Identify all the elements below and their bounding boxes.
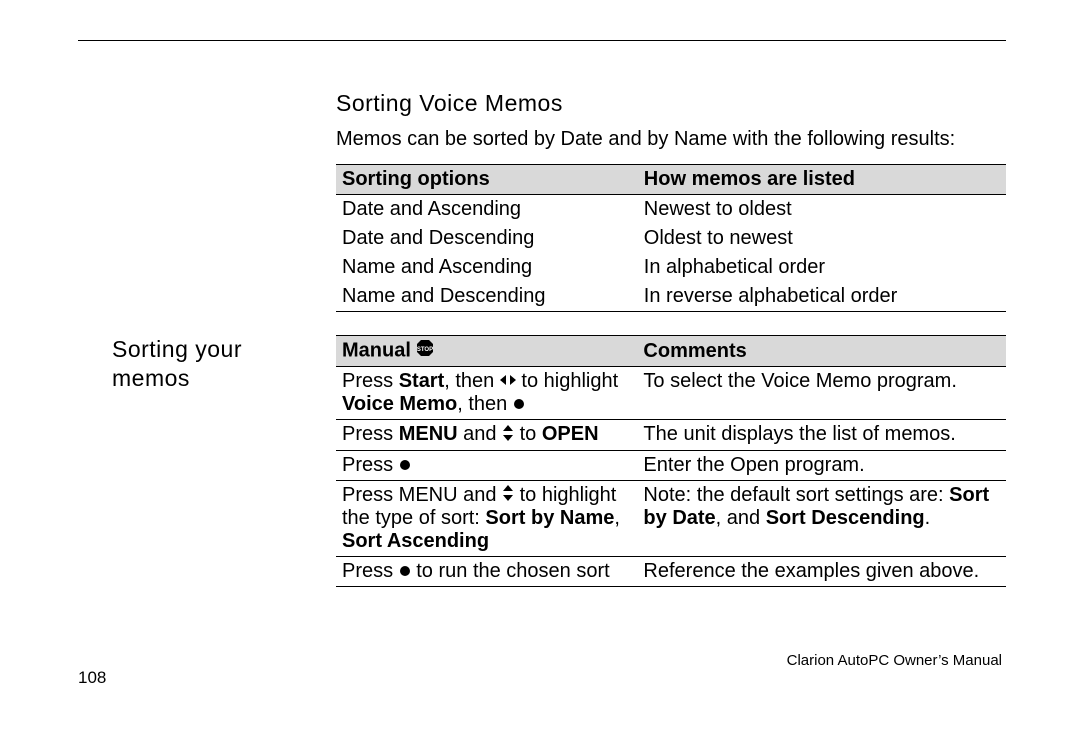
text: Press xyxy=(342,454,399,476)
bold-text: Sort Ascending xyxy=(342,530,489,552)
section-title: Sorting Voice Memos xyxy=(336,90,563,117)
text: Note: the default sort settings are: xyxy=(643,484,949,506)
th-sorting-options: Sorting options xyxy=(336,165,638,195)
dot-icon xyxy=(513,393,525,416)
cell: Press xyxy=(336,450,637,480)
bold-text: Voice Memo xyxy=(342,393,457,415)
cell: Press MENU and to OPEN xyxy=(336,420,637,450)
th-comments: Comments xyxy=(637,336,1006,367)
bold-text: OPEN xyxy=(542,423,599,445)
cell: Note: the default sort settings are: Sor… xyxy=(637,480,1006,556)
table-row: Name and DescendingIn reverse alphabetic… xyxy=(336,282,1006,312)
cell: Reference the examples given above. xyxy=(637,557,1006,587)
margin-heading: Sorting your memos xyxy=(112,335,312,393)
cell: In alphabetical order xyxy=(638,253,1006,282)
footer-manual-title: Clarion AutoPC Owner’s Manual xyxy=(787,652,1002,669)
manual-page: Sorting Voice Memos Memos can be sorted … xyxy=(0,0,1080,742)
table-row: Name and AscendingIn alphabetical order xyxy=(336,253,1006,282)
table-header-row: Manual STOP Comments xyxy=(336,336,1006,367)
svg-text:STOP: STOP xyxy=(417,347,433,353)
text: to run the chosen sort xyxy=(411,560,610,582)
th-manual-label: Manual xyxy=(342,339,416,361)
cell: Press MENU and to highlight the type of … xyxy=(336,480,637,556)
text: , then xyxy=(457,393,513,415)
text: to highlight xyxy=(516,370,618,392)
table-row: Press Enter the Open program. xyxy=(336,450,1006,480)
sorting-options-table: Sorting options How memos are listed Dat… xyxy=(336,164,1006,312)
updown-icon xyxy=(502,424,514,447)
text: Press MENU and xyxy=(342,484,502,506)
dot-icon xyxy=(399,454,411,477)
bold-text: MENU xyxy=(399,423,458,445)
table-row: Date and AscendingNewest to oldest xyxy=(336,195,1006,225)
cell: The unit displays the list of memos. xyxy=(637,420,1006,450)
table-row: Press Start, then to highlight Voice Mem… xyxy=(336,367,1006,420)
text: , then xyxy=(444,370,500,392)
table-row: Date and DescendingOldest to newest xyxy=(336,224,1006,253)
cell: Enter the Open program. xyxy=(637,450,1006,480)
stop-icon: STOP xyxy=(416,339,434,363)
cell: Newest to oldest xyxy=(638,195,1006,225)
text: Press xyxy=(342,370,399,392)
top-rule xyxy=(78,40,1006,41)
table-row: Press MENU and to OPEN The unit displays… xyxy=(336,420,1006,450)
dot-icon xyxy=(399,560,411,583)
table-row: Press MENU and to highlight the type of … xyxy=(336,480,1006,556)
manual-steps-table: Manual STOP Comments Press Start, then t… xyxy=(336,335,1006,587)
cell: Oldest to newest xyxy=(638,224,1006,253)
page-number: 108 xyxy=(78,668,106,688)
text: to xyxy=(514,423,542,445)
cell: Name and Descending xyxy=(336,282,638,312)
bold-text: Start xyxy=(399,370,445,392)
bold-text: Sort Descending xyxy=(766,507,925,529)
cell: Press to run the chosen sort xyxy=(336,557,637,587)
text: , and xyxy=(716,507,766,529)
cell: Name and Ascending xyxy=(336,253,638,282)
intro-text: Memos can be sorted by Date and by Name … xyxy=(336,128,996,151)
text: and xyxy=(458,423,502,445)
table-header-row: Sorting options How memos are listed xyxy=(336,165,1006,195)
bold-text: Sort by Name xyxy=(485,507,614,529)
table-row: Press to run the chosen sort Reference t… xyxy=(336,557,1006,587)
text: . xyxy=(925,507,931,529)
text: Press xyxy=(342,423,399,445)
th-how-listed: How memos are listed xyxy=(638,165,1006,195)
cell: In reverse alphabetical order xyxy=(638,282,1006,312)
cell: To select the Voice Memo program. xyxy=(637,367,1006,420)
updown-icon xyxy=(502,484,514,507)
cell: Date and Descending xyxy=(336,224,638,253)
leftright-icon xyxy=(500,370,516,393)
th-manual: Manual STOP xyxy=(336,336,637,367)
text: , xyxy=(614,507,620,529)
cell: Press Start, then to highlight Voice Mem… xyxy=(336,367,637,420)
cell: Date and Ascending xyxy=(336,195,638,225)
text: Press xyxy=(342,560,399,582)
